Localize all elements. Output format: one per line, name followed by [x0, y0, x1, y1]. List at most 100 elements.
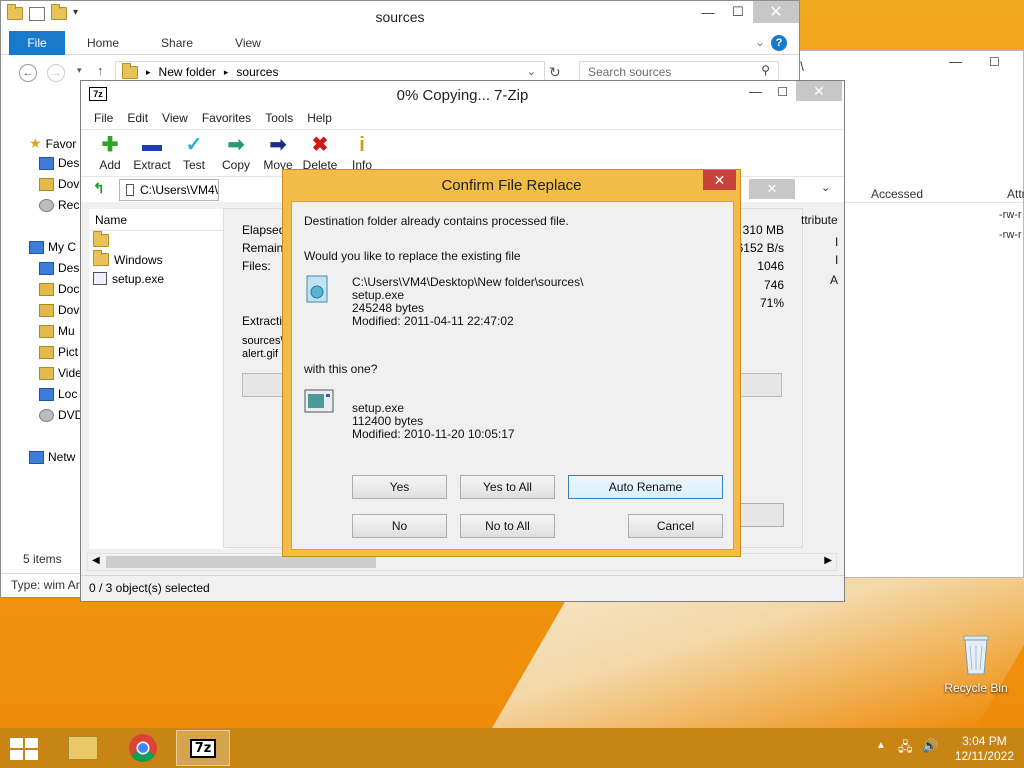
search-icon[interactable]: ⚲ [761, 63, 770, 77]
menu-edit[interactable]: Edit [120, 111, 155, 125]
nav-item-favorites[interactable]: ★ Favor [29, 135, 76, 152]
up-icon[interactable]: ↑ [97, 63, 104, 78]
minimize-icon[interactable]: — [949, 54, 962, 69]
tab-file[interactable]: File [9, 30, 65, 55]
nav-item-recent[interactable]: Rec [39, 198, 79, 212]
nav-item-network[interactable]: Netw [29, 450, 75, 464]
forward-icon[interactable]: → [47, 64, 65, 82]
nav-item-downloads[interactable]: Dov [39, 177, 79, 191]
nav-label: Pict [58, 345, 79, 359]
breadcrumb-item[interactable]: sources [236, 65, 278, 79]
nav-label: My C [48, 240, 76, 254]
start-button[interactable] [10, 738, 38, 760]
list-item[interactable]: Windows [89, 250, 229, 269]
file-explorer-taskbar-button[interactable] [56, 730, 110, 766]
nav-item-dvd[interactable]: DVD [39, 408, 83, 422]
tab-share[interactable]: Share [139, 36, 213, 50]
list-item[interactable] [89, 231, 229, 250]
clock[interactable]: 3:04 PM 12/11/2022 [955, 734, 1014, 764]
minimize-icon[interactable]: — [749, 84, 762, 99]
nav-item-desktop[interactable]: Des [39, 261, 79, 275]
column-name[interactable]: Name [89, 209, 229, 231]
tab-view[interactable]: View [213, 36, 281, 50]
maximize-icon[interactable]: ☐ [723, 1, 753, 23]
recycle-bin[interactable]: Recycle Bin [944, 630, 1008, 695]
help-icon[interactable]: ? [771, 35, 787, 51]
sevenzip-icon: 7z [189, 738, 217, 758]
recycle-bin-icon [963, 635, 989, 675]
copy-button[interactable]: ➡ Copy [215, 130, 257, 176]
column-accessed[interactable]: Accessed [871, 187, 923, 201]
cancel-extract-button[interactable] [739, 503, 784, 527]
path-input[interactable]: C:\Users\VM4\ [119, 179, 219, 201]
item-count: 5 items [23, 552, 62, 566]
nav-item-downloads[interactable]: Dov [39, 303, 79, 317]
nav-item-pictures[interactable]: Pict [39, 345, 78, 359]
nav-label: Dov [58, 177, 80, 191]
column-attributes[interactable]: ttribute [801, 213, 838, 227]
delete-icon: ✖ [311, 134, 329, 156]
scroll-right-icon[interactable]: ▶ [824, 555, 832, 566]
nav-item-desktop[interactable]: Des [39, 156, 79, 170]
recent-locations-icon[interactable]: ▾ [77, 65, 82, 76]
nav-item-videos[interactable]: Vide [39, 366, 82, 380]
dropdown-icon[interactable]: ⌄ [821, 181, 830, 194]
back-icon[interactable]: ← [19, 64, 37, 82]
menu-view[interactable]: View [155, 111, 195, 125]
yes-to-all-button[interactable]: Yes to All [460, 475, 555, 499]
minimize-icon[interactable]: — [693, 1, 723, 23]
nav-label: Vide [58, 366, 82, 380]
nav-item-documents[interactable]: Doc [39, 282, 79, 296]
dialog-message-1: Destination folder already contains proc… [304, 214, 569, 228]
breadcrumb-item[interactable]: New folder [159, 65, 216, 79]
volume-icon[interactable]: 🔊 [922, 738, 938, 754]
attr-mark: I [835, 253, 839, 267]
maximize-icon[interactable]: ☐ [989, 55, 1000, 69]
close-icon[interactable]: ✕ [749, 179, 795, 199]
dialog-message-3: with this one? [304, 362, 378, 376]
menu-favorites[interactable]: Favorites [195, 111, 258, 125]
add-button[interactable]: ✚ Add [89, 130, 131, 176]
nav-item-local-disk[interactable]: Loc [39, 387, 77, 401]
scroll-left-icon[interactable]: ◀ [92, 555, 100, 566]
type-text: Type: wim Ar [11, 578, 80, 592]
no-to-all-button[interactable]: No to All [460, 514, 555, 538]
folder-icon [93, 250, 109, 266]
network-icon[interactable]: 🖧 [898, 738, 913, 760]
close-icon[interactable]: ✕ [753, 1, 799, 23]
nav-item-music[interactable]: Mu [39, 324, 75, 338]
ribbon-expand-icon[interactable]: ⌄ [755, 35, 765, 49]
downloads-icon [39, 177, 54, 191]
extract-button[interactable]: ▬ Extract [131, 130, 173, 176]
refresh-icon[interactable]: ↻ [549, 64, 561, 81]
maximize-icon[interactable]: ☐ [777, 85, 788, 99]
no-button[interactable]: No [352, 514, 447, 538]
sevenzip-taskbar-button[interactable]: 7z [176, 730, 230, 766]
cancel-button[interactable]: Cancel [628, 514, 723, 538]
up-folder-icon[interactable]: ↰ [93, 180, 105, 197]
list-item[interactable]: setup.exe [89, 269, 229, 288]
menu-file[interactable]: File [87, 111, 120, 125]
menu-help[interactable]: Help [300, 111, 339, 125]
yes-button[interactable]: Yes [352, 475, 447, 499]
close-icon[interactable]: ✕ [796, 81, 842, 101]
nav-item-this-pc[interactable]: My C [29, 240, 76, 254]
processed-value: 746 [763, 278, 784, 292]
new-file-modified: Modified: 2010-11-20 10:05:17 [352, 427, 515, 441]
chrome-taskbar-button[interactable] [116, 730, 170, 766]
speed-value: 6152 B/s [736, 241, 784, 255]
show-hidden-icons-icon[interactable]: ▲ [876, 740, 886, 751]
tab-home[interactable]: Home [65, 36, 139, 50]
column-attributes[interactable]: Attri [1007, 187, 1024, 201]
copy-label: Copy [221, 158, 250, 172]
address-dropdown-icon[interactable]: ⌄ [527, 65, 536, 78]
recent-places-icon [39, 198, 54, 212]
auto-rename-button[interactable]: Auto Rename [568, 475, 723, 499]
close-icon[interactable]: ✕ [703, 170, 736, 190]
test-button[interactable]: ✓ Test [173, 130, 215, 176]
extract-path: sources\ [242, 335, 284, 347]
scrollbar-thumb[interactable] [106, 556, 376, 568]
extract-file: alert.gif [242, 348, 279, 360]
menu-tools[interactable]: Tools [258, 111, 300, 125]
path-value: C:\Users\VM4\ [139, 183, 218, 197]
